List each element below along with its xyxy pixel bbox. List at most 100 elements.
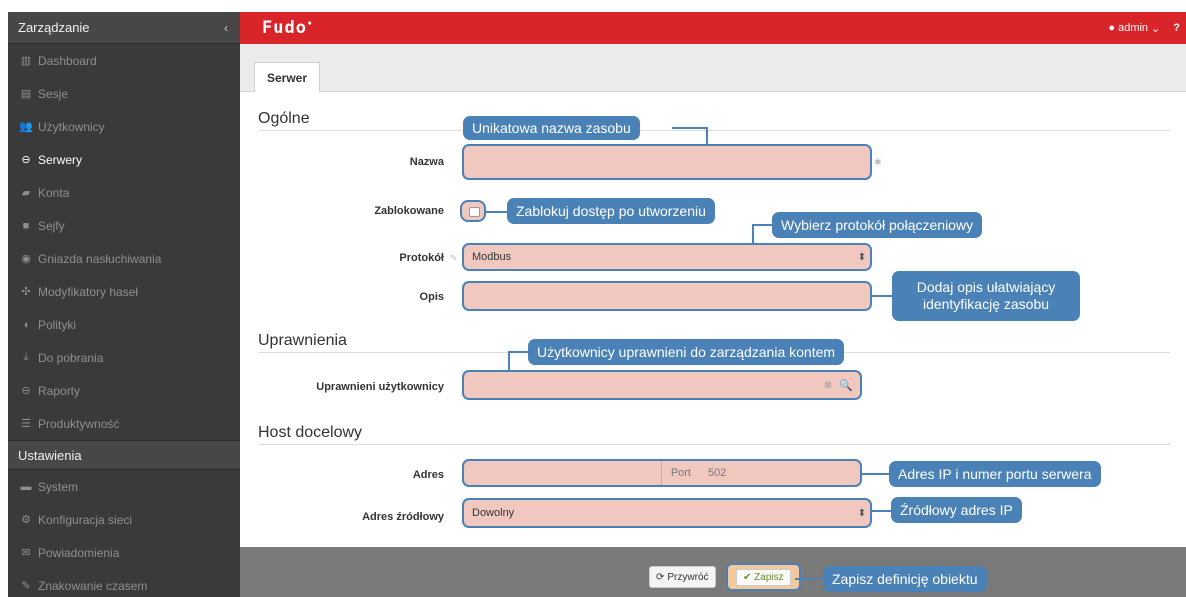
- callout-protocol: Wybierz protokół połączeniowy: [772, 212, 983, 238]
- section-permissions-title: Uprawnienia: [258, 332, 347, 349]
- sidebar-item-serwery[interactable]: ⊖ Serwery: [8, 143, 240, 176]
- sidebar-item-system[interactable]: ▬ System: [8, 470, 240, 503]
- refresh-icon: ⟳: [656, 571, 665, 583]
- callout-name: Unikatowa nazwa zasobu: [463, 116, 640, 140]
- section-general-title: Ogólne: [258, 110, 310, 127]
- clear-icon[interactable]: ⊗: [820, 380, 836, 391]
- address-field[interactable]: Port 502: [462, 459, 862, 487]
- sesje-icon: ▤: [20, 88, 32, 100]
- sidebar-item-modyfikatory-hasel[interactable]: ✣ Modyfikatory haseł: [8, 275, 240, 308]
- do-pobrania-icon: ⤓: [23, 351, 29, 363]
- callout-description-line1: Dodaj opis ułatwiający: [916, 279, 1056, 295]
- section-divider: [258, 130, 1170, 131]
- callout-privileged: Użytkownicy uprawnieni do zarządzania ko…: [528, 339, 845, 365]
- label-privileged-users: Uprawnieni użytkownicy: [316, 381, 444, 393]
- port-field[interactable]: 502: [700, 467, 860, 479]
- sidebar-item-label: Produktywność: [38, 416, 120, 431]
- user-icon: ●: [1108, 22, 1116, 34]
- sidebar-item-produktywnosc[interactable]: ☰ Produktywność: [8, 407, 240, 440]
- sidebar-item-label: Powiadomienia: [38, 545, 120, 560]
- sidebar-item-label: Polityki: [38, 317, 77, 332]
- name-field[interactable]: [462, 144, 872, 180]
- uzytkownicy-icon: 👥: [19, 121, 33, 133]
- sejfy-icon: ■: [22, 219, 30, 232]
- sidebar-item-label: Konta: [38, 185, 70, 200]
- label-address: Adres: [412, 469, 444, 481]
- callout-connector: [870, 295, 892, 297]
- sidebar-title: Zarządzanie: [18, 20, 90, 35]
- reset-button[interactable]: ⟳ Przywróć: [649, 566, 716, 588]
- produktywnosc-icon: ☰: [21, 418, 31, 430]
- blocked-checkbox[interactable]: [460, 200, 486, 222]
- sidebar-item-label: Raporty: [38, 383, 81, 398]
- callout-blocked: Zablokuj dostęp po utworzeniu: [507, 198, 715, 224]
- sidebar-item-polityki[interactable]: ◖ Polityki: [8, 308, 240, 341]
- sidebar-item-do-pobrania[interactable]: ⤓ Do pobrania: [8, 341, 240, 374]
- select-caret-icon: ⬍: [857, 507, 867, 519]
- sidebar-item-label: Sesje: [38, 86, 69, 101]
- sidebar-header: Zarządzanie ‹: [8, 12, 240, 44]
- sidebar-item-raporty[interactable]: ⊖ Raporty: [8, 374, 240, 407]
- port-label: Port: [660, 461, 700, 485]
- tab-bar: Serwer: [240, 44, 1186, 92]
- logo-text: Fudo: [262, 18, 307, 38]
- save-button[interactable]: ✔ Zapisz: [726, 563, 801, 591]
- protocol-select[interactable]: Modbus ⬍: [462, 243, 872, 271]
- gniazda-nasluchiwania-icon: ◉: [21, 253, 31, 265]
- callout-connector: [870, 510, 892, 512]
- callout-connector: [752, 224, 754, 244]
- reset-label: Przywróć: [667, 571, 709, 583]
- description-field[interactable]: [462, 281, 872, 311]
- chevron-down-icon: ⌄: [1151, 22, 1161, 35]
- sidebar-item-label: Sejfy: [38, 218, 65, 233]
- callout-source: Źródłowy adres IP: [891, 497, 1022, 523]
- callout-connector: [795, 578, 825, 580]
- fudo-logo[interactable]: Fudo•: [262, 18, 313, 38]
- collapse-sidebar-icon[interactable]: ‹: [224, 21, 228, 35]
- callout-connector: [486, 211, 508, 213]
- sidebar-item-gniazda-nasluchiwania[interactable]: ◉ Gniazda nasłuchiwania: [8, 242, 240, 275]
- sidebar-item-znakowanie-czasem[interactable]: ✎ Znakowanie czasem: [8, 569, 240, 597]
- section-divider: [258, 444, 1170, 445]
- label-protocol: Protokół: [399, 252, 444, 264]
- raporty-icon: ⊖: [21, 385, 31, 397]
- label-name: Nazwa: [409, 156, 444, 168]
- powiadomienia-icon: ✉: [21, 547, 31, 559]
- label-blocked: Zablokowane: [374, 205, 444, 217]
- sidebar-item-sesje[interactable]: ▤ Sesje: [8, 77, 240, 110]
- source-address-value: Dowolny: [472, 507, 515, 519]
- sidebar-item-konta[interactable]: ▰ Konta: [8, 176, 240, 209]
- source-address-select[interactable]: Dowolny ⬍: [462, 498, 872, 528]
- sidebar-item-label: Konfiguracja sieci: [38, 512, 133, 527]
- tab-server[interactable]: Serwer: [254, 62, 321, 92]
- sidebar-item-konfiguracja-sieci[interactable]: ⚙ Konfiguracja sieci: [8, 503, 240, 536]
- search-icon[interactable]: 🔍: [836, 375, 856, 395]
- konfiguracja-sieci-icon: ⚙: [21, 514, 31, 526]
- section-target-host-title: Host docelowy: [258, 424, 363, 441]
- required-icon: ✱: [874, 157, 882, 167]
- sidebar-item-uzytkownicy[interactable]: 👥 Użytkownicy: [8, 110, 240, 143]
- callout-description: Dodaj opis ułatwiający identyfikację zas…: [892, 271, 1080, 321]
- callout-connector: [860, 473, 890, 475]
- sidebar-item-dashboard[interactable]: ▥ Dashboard: [8, 44, 240, 77]
- label-description: Opis: [419, 291, 444, 303]
- help-icon[interactable]: ?: [1173, 22, 1180, 34]
- user-name: admin: [1118, 22, 1149, 34]
- sidebar-item-label: Serwery: [38, 152, 83, 167]
- dashboard-icon: ▥: [20, 55, 32, 67]
- callout-connector: [509, 351, 529, 353]
- sidebar-item-label: Do pobrania: [38, 350, 104, 365]
- edit-icon: ✎: [450, 253, 458, 263]
- callout-save: Zapisz definicję obiektu: [823, 566, 987, 592]
- user-menu[interactable]: ● admin ⌄ ?: [1108, 22, 1186, 35]
- callout-connector: [672, 127, 708, 129]
- check-icon: ✔: [743, 571, 752, 583]
- privileged-users-field[interactable]: ⊗ 🔍: [462, 370, 862, 400]
- sidebar-item-label: Użytkownicy: [38, 119, 105, 134]
- znakowanie-czasem-icon: ✎: [21, 580, 31, 592]
- sidebar-item-powiadomienia[interactable]: ✉ Powiadomienia: [8, 536, 240, 569]
- sidebar-item-sejfy[interactable]: ■ Sejfy: [8, 209, 240, 242]
- sidebar-item-label: Modyfikatory haseł: [38, 284, 139, 299]
- callout-description-line2: identyfikację zasobu: [922, 296, 1050, 312]
- sidebar-item-label: Gniazda nasłuchiwania: [38, 251, 162, 266]
